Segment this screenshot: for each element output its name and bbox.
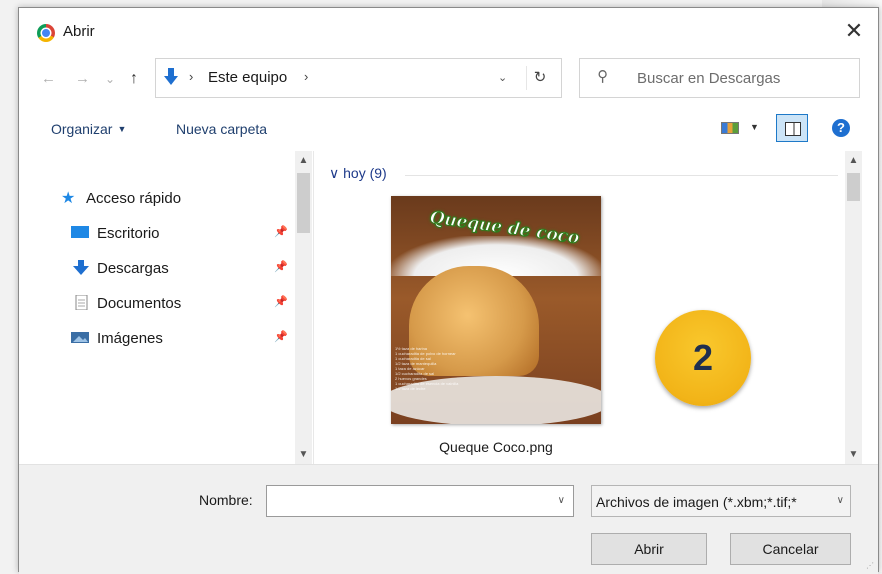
sidebar-item-downloads[interactable]: Descargas 📌 xyxy=(19,255,313,281)
caret-down-icon: ▼ xyxy=(117,124,127,134)
download-arrow-icon xyxy=(164,68,178,85)
breadcrumb-separator-end[interactable]: › xyxy=(304,69,308,84)
pin-icon: 📌 xyxy=(274,296,288,308)
new-folder-button[interactable]: Nueva carpeta xyxy=(176,121,267,137)
scrollbar-thumb[interactable] xyxy=(297,173,310,233)
sidebar-item-quick-access[interactable]: ★ Acceso rápido xyxy=(19,185,313,211)
help-button[interactable]: ? xyxy=(832,119,850,137)
file-list-scrollbar[interactable]: ▲ ▼ xyxy=(845,151,862,464)
chevron-down-icon[interactable]: ∨ xyxy=(837,495,844,506)
resize-grip-icon[interactable]: ⋰ xyxy=(866,561,874,570)
file-name-input[interactable]: ∨ xyxy=(266,485,574,517)
scrollbar-thumb[interactable] xyxy=(847,173,860,201)
scroll-up-icon[interactable]: ▲ xyxy=(845,155,862,166)
breadcrumb-location[interactable]: Este equipo xyxy=(208,69,287,86)
file-type-value: Archivos de imagen (*.xbm;*.tif;* xyxy=(596,494,797,510)
recipe-line: 1/2 taza de leche xyxy=(395,386,426,391)
view-options-caret-icon[interactable]: ▼ xyxy=(750,122,759,132)
sidebar-item-label: Imágenes xyxy=(97,330,163,347)
up-button[interactable]: ↑ xyxy=(130,70,138,88)
organize-label: Organizar xyxy=(51,121,113,137)
forward-button[interactable]: → xyxy=(75,70,90,87)
scroll-down-icon[interactable]: ▼ xyxy=(295,449,312,460)
address-bar[interactable]: › Este equipo › ⌄ ↻ xyxy=(155,58,562,98)
scroll-down-icon[interactable]: ▼ xyxy=(845,449,862,460)
search-box[interactable]: ⚲ Buscar en Descargas xyxy=(579,58,860,98)
navigation-scrollbar[interactable]: ▲ ▼ xyxy=(295,151,312,464)
breadcrumb-separator: › xyxy=(189,69,194,84)
preview-pane-button[interactable] xyxy=(776,114,808,142)
recent-locations-button[interactable]: ⌄ xyxy=(105,72,115,86)
group-header[interactable]: ∨ hoy (9) xyxy=(329,165,387,182)
cancel-button[interactable]: Cancelar xyxy=(730,533,851,565)
open-button[interactable]: Abrir xyxy=(591,533,707,565)
sidebar-item-desktop[interactable]: Escritorio 📌 xyxy=(19,220,313,246)
quick-access-label: Acceso rápido xyxy=(86,190,182,207)
file-list: ∨ hoy (9) Queque de coco 1½ taza de hari… xyxy=(315,151,862,464)
sidebar-item-pictures[interactable]: Imágenes 📌 xyxy=(19,325,313,351)
step-number-badge: 2 xyxy=(655,310,751,406)
group-label: hoy (9) xyxy=(343,165,387,181)
sidebar-item-label: Escritorio xyxy=(97,225,160,242)
chevron-down-icon[interactable]: ∨ xyxy=(558,495,565,506)
dialog-title: Abrir xyxy=(63,23,95,40)
pictures-icon xyxy=(71,332,89,343)
pin-icon: 📌 xyxy=(274,331,288,343)
organize-button[interactable]: Organizar ▼ xyxy=(51,121,126,137)
navigation-pane: ★ Acceso rápido Escritorio 📌 Descargas 📌… xyxy=(19,151,314,464)
group-divider xyxy=(405,175,838,176)
title-bar: Abrir ✕ xyxy=(19,8,878,50)
thumbnail-recipe-text: 1½ taza de harina 1 cucharadita de polvo… xyxy=(395,346,505,391)
pin-icon: 📌 xyxy=(274,226,288,238)
desktop-icon xyxy=(71,226,89,238)
download-icon xyxy=(73,260,89,275)
sidebar-item-label: Documentos xyxy=(97,295,182,312)
scroll-up-icon[interactable]: ▲ xyxy=(295,155,312,166)
file-name-label[interactable]: Queque Coco.png xyxy=(391,439,601,455)
change-view-icon[interactable] xyxy=(721,122,739,134)
command-bar: Organizar ▼ Nueva carpeta ▼ ? xyxy=(19,108,878,148)
open-file-dialog: Abrir ✕ ← → ⌄ ↑ › Este equipo › ⌄ ↻ ⚲ Bu… xyxy=(18,7,879,574)
sidebar-item-documents[interactable]: Documentos 📌 xyxy=(19,290,313,316)
pin-icon: 📌 xyxy=(274,261,288,273)
search-placeholder[interactable]: Buscar en Descargas xyxy=(637,70,780,87)
search-icon: ⚲ xyxy=(597,68,608,85)
file-type-select[interactable]: Archivos de imagen (*.xbm;*.tif;* ∨ xyxy=(591,485,851,517)
address-dropdown-icon[interactable]: ⌄ xyxy=(498,71,507,84)
file-name-field-label: Nombre: xyxy=(199,492,253,508)
address-row: ← → ⌄ ↑ › Este equipo › ⌄ ↻ ⚲ Buscar en … xyxy=(19,58,878,100)
sidebar-item-label: Descargas xyxy=(97,260,169,277)
file-thumbnail[interactable]: Queque de coco 1½ taza de harina 1 cucha… xyxy=(391,196,601,424)
chrome-icon xyxy=(37,24,55,42)
back-button[interactable]: ← xyxy=(41,70,56,87)
document-icon xyxy=(75,295,88,310)
refresh-button[interactable]: ↻ xyxy=(526,66,553,90)
dialog-footer: Nombre: ∨ Archivos de imagen (*.xbm;*.ti… xyxy=(19,464,878,574)
star-icon: ★ xyxy=(61,190,76,207)
close-button[interactable]: ✕ xyxy=(840,18,868,44)
